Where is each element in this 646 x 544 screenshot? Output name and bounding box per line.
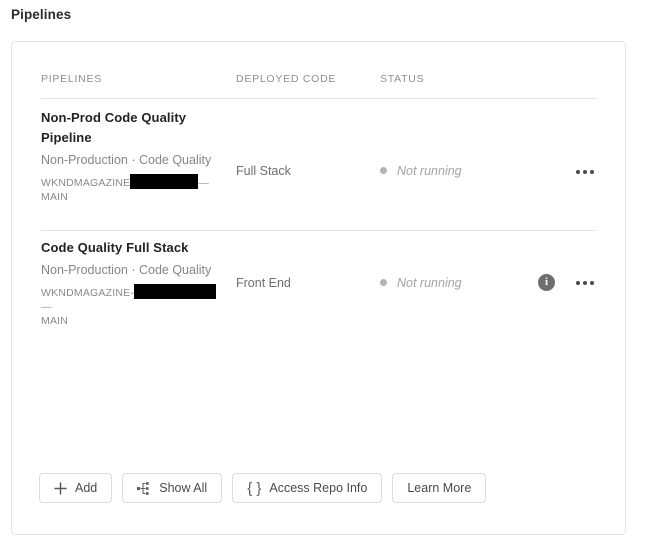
row-divider xyxy=(41,230,597,231)
redacted-repo-bar xyxy=(134,284,217,299)
repo-branch: MAIN xyxy=(41,315,69,327)
repo-prefix: WKNDMAGAZINE- xyxy=(41,287,135,299)
repo-prefix: WKNDMAGAZINE xyxy=(41,177,131,189)
add-button[interactable]: Add xyxy=(39,473,113,503)
header-divider xyxy=(41,98,597,99)
access-repo-info-button[interactable]: { } Access Repo Info xyxy=(232,473,383,503)
column-header-deployed-code: DEPLOYED CODE xyxy=(236,73,337,85)
page-title: Pipelines xyxy=(11,7,72,22)
info-icon[interactable]: i xyxy=(538,274,555,291)
repo-branch: MAIN xyxy=(41,191,69,203)
status-dot-icon xyxy=(380,279,387,286)
more-options-icon[interactable] xyxy=(576,164,598,180)
status-dot-icon xyxy=(380,167,387,174)
pipelines-screen: Pipelines PIPELINES DEPLOYED CODE STATUS… xyxy=(0,0,646,544)
status-cell: Not running xyxy=(380,276,462,290)
pipeline-name-cell: Non-Prod Code Quality Pipeline Non-Produ… xyxy=(41,108,221,204)
access-repo-info-button-label: Access Repo Info xyxy=(269,481,368,495)
table-header: PIPELINES DEPLOYED CODE STATUS xyxy=(12,73,625,99)
column-header-pipelines: PIPELINES xyxy=(41,73,103,85)
status-cell: Not running xyxy=(380,164,462,178)
pipeline-subtitle: Non-Production · Code Quality xyxy=(41,263,212,277)
status-label: Not running xyxy=(397,164,462,178)
row-actions xyxy=(538,163,598,181)
learn-more-button[interactable]: Learn More xyxy=(392,473,487,503)
repo-suffix: — xyxy=(41,301,52,313)
redacted-repo-bar xyxy=(130,174,199,189)
column-header-status: STATUS xyxy=(380,73,425,85)
row-actions: i xyxy=(538,274,598,292)
pipeline-name-cell: Code Quality Full Stack Non-Production ·… xyxy=(41,238,221,328)
table-row[interactable]: Non-Prod Code Quality Pipeline Non-Produ… xyxy=(12,108,625,230)
pipeline-repo: WKNDMAGAZINE — MAIN xyxy=(41,174,221,204)
status-label: Not running xyxy=(397,276,462,290)
braces-icon: { } xyxy=(247,479,262,497)
pipelines-card: PIPELINES DEPLOYED CODE STATUS Non-Prod … xyxy=(11,41,626,535)
repo-suffix: — xyxy=(198,177,210,189)
show-all-button[interactable]: Show All xyxy=(122,473,223,503)
add-button-label: Add xyxy=(75,481,98,495)
pipeline-repo: WKNDMAGAZINE- — MAIN xyxy=(41,284,221,328)
pipeline-name: Code Quality Full Stack xyxy=(41,240,189,255)
learn-more-button-label: Learn More xyxy=(407,481,472,495)
plus-icon xyxy=(54,481,67,495)
hierarchy-icon xyxy=(137,481,151,495)
deployed-code-value: Front End xyxy=(236,276,291,290)
more-options-icon[interactable] xyxy=(576,275,598,291)
deployed-code-value: Full Stack xyxy=(236,164,291,178)
table-row[interactable]: Code Quality Full Stack Non-Production ·… xyxy=(12,238,625,360)
show-all-button-label: Show All xyxy=(159,481,208,495)
pipeline-subtitle: Non-Production · Code Quality xyxy=(41,153,212,167)
pipeline-name: Non-Prod Code Quality Pipeline xyxy=(41,110,187,145)
footer-button-bar: Add Show All { } Access Repo Info Learn … xyxy=(39,473,487,503)
